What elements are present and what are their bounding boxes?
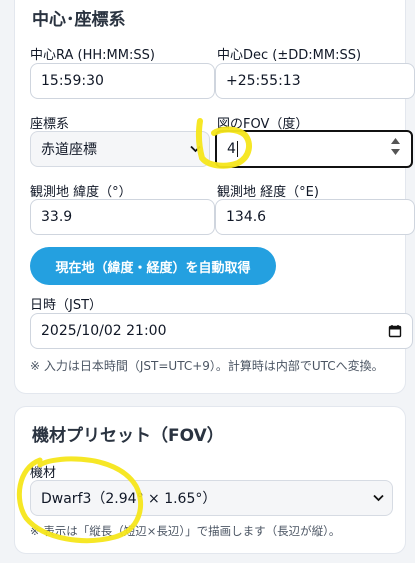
- number-spinner[interactable]: [390, 137, 401, 156]
- coord-system-value: 赤道座標: [41, 142, 97, 158]
- latitude-input[interactable]: 33.9: [30, 199, 215, 235]
- text-caret: [236, 141, 238, 157]
- chevron-down-icon: [373, 494, 384, 502]
- calendar-icon[interactable]: [388, 324, 402, 338]
- timezone-note: ※ 入力は日本時間（JST=UTC+9）。計算時は内部でUTCへ変換。: [30, 359, 384, 373]
- ra-label: 中心RA (HH:MM:SS): [30, 48, 155, 63]
- coord-system-label: 座標系: [30, 117, 70, 132]
- spinner-down-icon[interactable]: [390, 148, 401, 156]
- section-title-center: 中心･座標系: [32, 10, 126, 30]
- dec-label: 中心Dec (±DD:MM:SS): [217, 48, 362, 63]
- datetime-label: 日時（JST）: [30, 298, 103, 313]
- fov-value: 4: [227, 141, 236, 157]
- dec-input[interactable]: +25:55:13: [215, 63, 415, 99]
- spinner-up-icon[interactable]: [390, 137, 401, 145]
- coord-system-select[interactable]: 赤道座標: [30, 131, 210, 167]
- ra-input[interactable]: 15:59:30: [30, 63, 215, 99]
- equipment-value: Dwarf3（2.94° × 1.65°）: [41, 491, 217, 507]
- longitude-label: 観測地 経度（°E): [217, 185, 319, 200]
- equipment-preset-card: 機材プリセット（FOV） 機材 Dwarf3（2.94° × 1.65°） ※ …: [14, 406, 406, 554]
- latitude-label: 観測地 緯度（°）: [30, 185, 132, 200]
- auto-location-button[interactable]: 現在地（緯度・経度）を自動取得: [30, 247, 276, 285]
- display-note: ※ 表示は「縦長（短辺×長辺）」で描画します（長辺が縦）。: [30, 524, 341, 538]
- datetime-input[interactable]: 2025/10/02 21:00: [30, 313, 413, 349]
- equipment-select[interactable]: Dwarf3（2.94° × 1.65°）: [30, 480, 393, 516]
- chevron-down-icon: [190, 145, 201, 153]
- equipment-label: 機材: [30, 466, 57, 481]
- longitude-input[interactable]: 134.6: [215, 199, 415, 235]
- datetime-value: 2025/10/02 21:00: [41, 323, 167, 339]
- fov-input[interactable]: 4: [215, 130, 413, 168]
- section-title-preset: 機材プリセット（FOV）: [32, 426, 224, 446]
- center-settings-card: 中心･座標系 中心RA (HH:MM:SS) 15:59:30 中心Dec (±…: [14, 0, 415, 394]
